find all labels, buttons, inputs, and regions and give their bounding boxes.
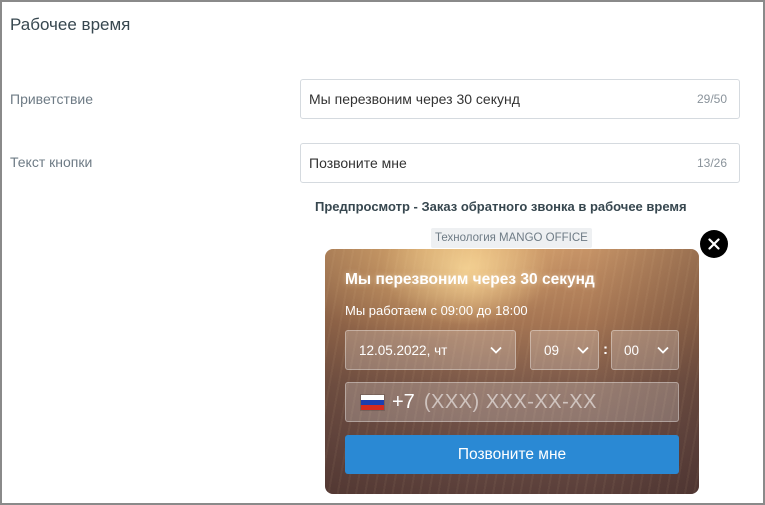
phone-input[interactable]: +7 (XXX) XXX-XX-XX bbox=[345, 382, 679, 422]
button-text-input[interactable]: Позвоните мне 13/26 bbox=[300, 143, 740, 183]
widget-headline: Мы перезвоним через 30 секунд bbox=[345, 271, 595, 288]
widget-working-hours: Мы работаем с 09:00 до 18:00 bbox=[345, 303, 528, 318]
russia-flag-icon bbox=[360, 393, 385, 411]
powered-by-label: Технология MANGO OFFICE bbox=[431, 228, 592, 248]
phone-placeholder[interactable]: (XXX) XXX-XX-XX bbox=[424, 391, 597, 414]
button-text-label: Текст кнопки bbox=[10, 154, 93, 170]
greeting-input-value[interactable]: Мы перезвоним через 30 секунд bbox=[309, 91, 697, 107]
close-icon bbox=[708, 238, 720, 250]
call-me-button[interactable]: Позвоните мне bbox=[345, 435, 679, 474]
close-button[interactable] bbox=[700, 230, 728, 258]
date-select-value: 12.05.2022, чт bbox=[359, 342, 448, 358]
callback-widget-preview: Мы перезвоним через 30 секунд Мы работае… bbox=[325, 249, 699, 494]
settings-panel: Рабочее время Приветствие Мы перезвоним … bbox=[0, 0, 765, 505]
minute-select[interactable]: 00 bbox=[611, 330, 679, 370]
chevron-down-icon bbox=[576, 343, 590, 357]
time-separator: : bbox=[603, 341, 608, 358]
phone-country-code: +7 bbox=[392, 390, 415, 413]
hour-select[interactable]: 09 bbox=[530, 330, 599, 370]
greeting-label: Приветствие bbox=[10, 91, 93, 107]
greeting-input[interactable]: Мы перезвоним через 30 секунд 29/50 bbox=[300, 79, 740, 119]
chevron-down-icon bbox=[489, 343, 503, 357]
button-text-input-value[interactable]: Позвоните мне bbox=[309, 155, 697, 171]
date-select[interactable]: 12.05.2022, чт bbox=[345, 330, 516, 370]
preview-title: Предпросмотр - Заказ обратного звонка в … bbox=[315, 199, 687, 214]
button-text-char-counter: 13/26 bbox=[696, 156, 727, 170]
minute-select-value: 00 bbox=[624, 342, 640, 358]
hour-select-value: 09 bbox=[544, 342, 560, 358]
section-title: Рабочее время bbox=[10, 15, 131, 34]
chevron-down-icon bbox=[656, 343, 670, 357]
greeting-char-counter: 29/50 bbox=[696, 92, 727, 106]
